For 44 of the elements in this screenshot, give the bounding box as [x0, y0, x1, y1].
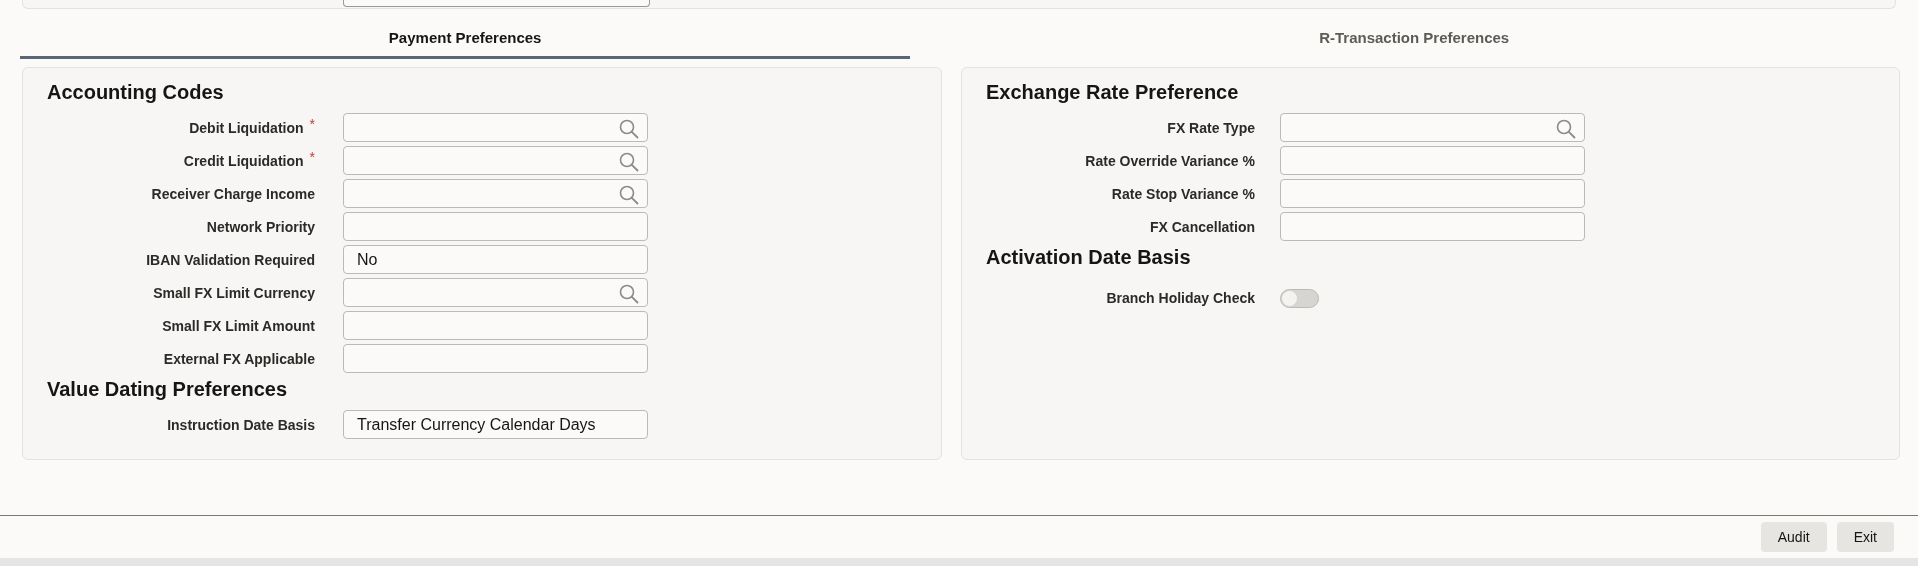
search-icon[interactable] — [619, 284, 639, 304]
required-mark: * — [309, 148, 315, 165]
input-field[interactable]: Transfer Currency Calendar Days — [343, 410, 648, 439]
input-field[interactable] — [343, 278, 648, 307]
input-field[interactable] — [343, 344, 648, 373]
field-label: Network Priority — [206, 218, 315, 235]
tab[interactable]: Payment Preferences — [20, 21, 911, 59]
footer-button[interactable]: Exit — [1836, 522, 1894, 552]
search-icon[interactable] — [619, 119, 639, 139]
field-label: External FX Applicable — [163, 350, 315, 367]
input-field[interactable] — [1280, 179, 1585, 208]
field-label: Instruction Date Basis — [167, 416, 315, 433]
field-label: Receiver Charge Income — [151, 185, 315, 202]
input-field[interactable] — [1280, 146, 1585, 175]
input-field[interactable] — [1280, 212, 1585, 241]
search-icon[interactable] — [1556, 119, 1576, 139]
field-label: FX Cancellation — [1149, 218, 1255, 235]
section-title: Value Dating Preferences — [47, 377, 289, 402]
section-title: Exchange Rate Preference — [986, 80, 1240, 105]
input-field[interactable] — [343, 113, 648, 142]
tab[interactable]: R-Transaction Preferences — [910, 21, 1918, 59]
field-label: Small FX Limit Currency — [153, 284, 315, 301]
footer-button[interactable]: Audit — [1760, 522, 1827, 552]
field-label: IBAN Validation Required — [146, 251, 315, 268]
field-label: Credit Liquidation — [183, 152, 304, 169]
field-label: Branch Holiday Check — [1106, 290, 1255, 306]
input-field[interactable] — [343, 311, 648, 340]
input-field[interactable] — [343, 0, 650, 7]
required-mark: * — [309, 115, 315, 132]
search-icon[interactable] — [619, 185, 639, 205]
field-label: FX Rate Type — [1167, 119, 1255, 136]
input-field[interactable]: No — [343, 245, 648, 274]
input-field[interactable] — [343, 146, 648, 175]
field-label: Debit Liquidation — [189, 119, 304, 136]
field-label: Rate Stop Variance % — [1111, 185, 1255, 202]
toggle-switch[interactable] — [1280, 288, 1319, 308]
input-field[interactable] — [1280, 113, 1585, 142]
field-label: Small FX Limit Amount — [162, 317, 315, 334]
section-title: Accounting Codes — [47, 80, 225, 105]
input-field[interactable] — [343, 212, 648, 241]
section-title: Activation Date Basis — [986, 245, 1192, 270]
input-field[interactable] — [343, 179, 648, 208]
field-label: Rate Override Variance % — [1085, 152, 1255, 169]
search-icon[interactable] — [619, 152, 639, 172]
